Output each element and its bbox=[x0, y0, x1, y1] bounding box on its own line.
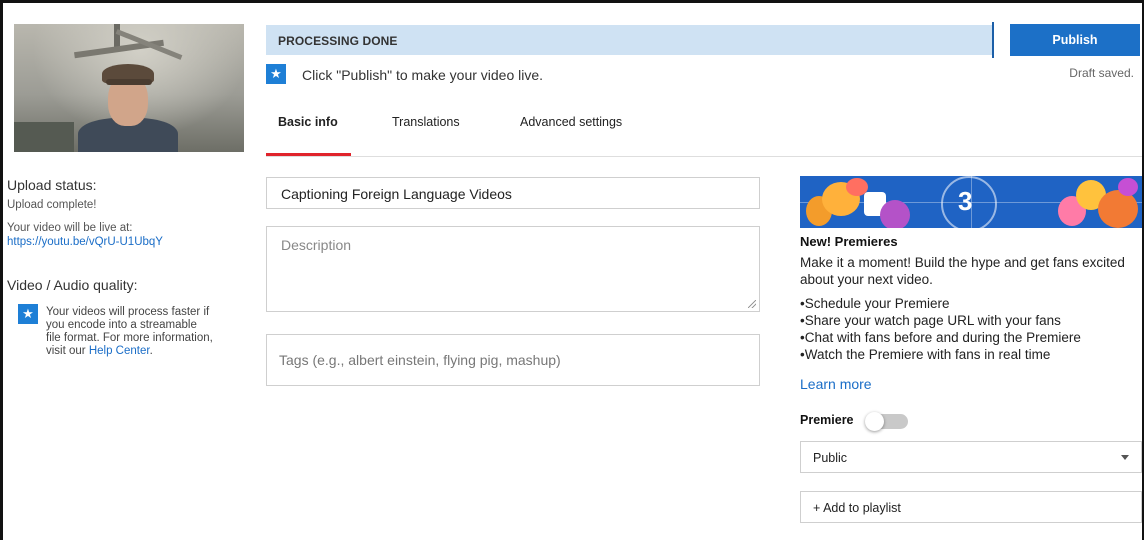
premieres-title: New! Premieres bbox=[800, 234, 898, 249]
description-placeholder: Description bbox=[281, 237, 352, 253]
quality-heading: Video / Audio quality: bbox=[7, 277, 138, 293]
premiere-toggle[interactable] bbox=[865, 412, 908, 431]
character-shape bbox=[880, 200, 910, 228]
publish-hint: Click "Publish" to make your video live. bbox=[302, 67, 544, 83]
live-at-label: Your video will be live at: bbox=[7, 222, 133, 234]
upload-status-heading: Upload status: bbox=[7, 177, 97, 193]
tab-basic-info[interactable]: Basic info bbox=[278, 115, 338, 129]
chevron-down-icon bbox=[1121, 455, 1129, 460]
quality-info: Your videos will process faster if you e… bbox=[46, 306, 214, 358]
video-url-link[interactable]: https://youtu.be/vQrU-U1UbqY bbox=[7, 235, 163, 249]
help-center-suffix: . bbox=[149, 345, 153, 357]
visibility-select[interactable]: Public bbox=[800, 441, 1142, 473]
learn-more-link[interactable]: Learn more bbox=[800, 376, 872, 392]
title-value: Captioning Foreign Language Videos bbox=[281, 186, 512, 202]
visibility-value: Public bbox=[813, 451, 848, 465]
tab-divider bbox=[266, 156, 1142, 157]
title-input[interactable]: Captioning Foreign Language Videos bbox=[266, 177, 760, 209]
help-center-link[interactable]: Help Center bbox=[89, 345, 150, 357]
premieres-bullets: Schedule your Premiere Share your watch … bbox=[800, 295, 1140, 363]
video-thumbnail[interactable] bbox=[14, 24, 244, 152]
star-icon: ★ bbox=[266, 64, 286, 84]
upload-status-value: Upload complete! bbox=[7, 199, 97, 211]
star-icon: ★ bbox=[18, 304, 38, 324]
description-textarea[interactable]: Description bbox=[266, 226, 760, 312]
tab-advanced-settings[interactable]: Advanced settings bbox=[520, 115, 622, 129]
add-to-playlist-label: + Add to playlist bbox=[813, 501, 901, 515]
list-item: Watch the Premiere with fans in real tim… bbox=[800, 346, 1140, 363]
thumbnail-person-cap-bill bbox=[106, 79, 152, 85]
tags-placeholder: Tags (e.g., albert einstein, flying pig,… bbox=[279, 352, 561, 368]
premieres-banner: 3 bbox=[800, 176, 1142, 228]
premieres-description: Make it a moment! Build the hype and get… bbox=[800, 255, 1125, 287]
processing-status: PROCESSING DONE bbox=[278, 34, 398, 48]
banner-divider bbox=[992, 22, 994, 58]
processing-banner: PROCESSING DONE bbox=[266, 25, 994, 55]
character-shape bbox=[1098, 190, 1138, 228]
toggle-knob bbox=[865, 412, 884, 431]
list-item: Schedule your Premiere bbox=[800, 295, 1140, 312]
draft-status: Draft saved. bbox=[1069, 66, 1134, 80]
publish-button[interactable]: Publish bbox=[1010, 24, 1140, 56]
list-item: Share your watch page URL with your fans bbox=[800, 312, 1140, 329]
tab-translations[interactable]: Translations bbox=[392, 115, 460, 129]
resize-handle-icon[interactable] bbox=[748, 300, 756, 308]
thumbnail-shelf bbox=[14, 122, 74, 152]
add-to-playlist-button[interactable]: + Add to playlist bbox=[800, 491, 1142, 523]
countdown-number: 3 bbox=[958, 186, 973, 216]
tags-input[interactable]: Tags (e.g., albert einstein, flying pig,… bbox=[266, 334, 760, 386]
character-shape bbox=[1118, 178, 1138, 196]
list-item: Chat with fans before and during the Pre… bbox=[800, 329, 1140, 346]
premiere-toggle-label: Premiere bbox=[800, 413, 854, 427]
thumbnail-fan-rod bbox=[114, 24, 120, 48]
